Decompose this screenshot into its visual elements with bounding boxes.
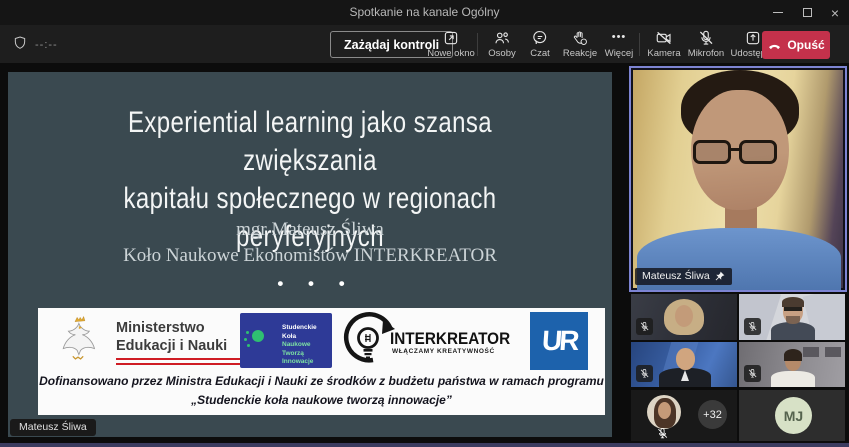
maximize-button[interactable] xyxy=(793,0,821,25)
logo-band: Ministerstwo Edukacji i Nauki Studenckie… xyxy=(38,308,605,415)
muted-badge xyxy=(636,365,653,382)
mic-off-icon xyxy=(639,368,650,379)
slide-dots-separator: • • • xyxy=(14,274,618,294)
more-ellipsis-icon: ••• xyxy=(612,29,627,47)
sknti-circle-icon xyxy=(252,330,264,342)
university-ur-logo: UR xyxy=(530,312,588,370)
portrait-glasses xyxy=(693,140,731,164)
microphone-button[interactable]: Mikrofon xyxy=(683,29,729,59)
participant-video-white-sweater[interactable] xyxy=(739,342,845,387)
ministry-logo-text: Ministerstwo Edukacji i Nauki xyxy=(116,319,227,355)
participant-video-blonde-woman[interactable] xyxy=(631,294,737,340)
participant-video-main[interactable]: Mateusz Śliwa xyxy=(629,66,847,292)
people-icon xyxy=(493,29,511,47)
minimize-button[interactable] xyxy=(764,0,792,25)
self-avatar-initials[interactable]: MJ xyxy=(775,397,812,434)
mic-off-icon xyxy=(656,427,669,440)
meeting-timer: --:-- xyxy=(35,39,58,51)
mic-off-icon xyxy=(747,368,758,379)
title-bar: Spotkanie na kanale Ogólny × xyxy=(0,0,849,25)
close-icon: × xyxy=(831,6,839,20)
sknti-logo: Studenckie Koła Naukowe Tworzą Innowacje xyxy=(240,313,332,368)
window-title: Spotkanie na kanale Ogólny xyxy=(0,5,849,19)
muted-badge xyxy=(744,365,761,382)
slide-organization: Koło Naukowe Ekonomistów INTERKREATOR xyxy=(8,245,612,267)
shared-screen-slide: Experiential learning jako szansa zwięks… xyxy=(8,72,612,437)
camera-off-icon xyxy=(655,29,673,47)
overflow-count-badge[interactable]: +32 xyxy=(698,400,727,429)
self-view-tile: MJ xyxy=(739,390,845,441)
chat-icon xyxy=(531,29,549,47)
security-shield-icon xyxy=(12,35,28,51)
reactions-button[interactable]: Reakcje xyxy=(558,29,602,59)
mic-off-icon xyxy=(747,321,758,332)
raised-hand-icon xyxy=(571,29,589,47)
sknti-logo-text: Studenckie Koła Naukowe Tworzą Innowacje xyxy=(282,324,332,367)
meeting-toolbar: --:-- Zażądaj kontroli Nowe okno Osoby C… xyxy=(0,25,849,63)
toolbar-divider xyxy=(477,33,478,56)
minimize-icon xyxy=(773,12,783,13)
ministry-red-line xyxy=(116,363,244,365)
teams-meeting-window: Spotkanie na kanale Ogólny × --:-- Zażąd… xyxy=(0,0,849,447)
pin-icon xyxy=(715,271,725,281)
new-window-button[interactable]: Nowe okno xyxy=(428,29,474,59)
interkreator-tagline: WŁĄCZAMY KREATYWNOŚĆ xyxy=(392,348,495,355)
muted-badge xyxy=(636,318,653,335)
polish-eagle-emblem xyxy=(52,313,104,365)
share-screen-icon xyxy=(744,29,762,47)
portrait-glasses xyxy=(739,140,777,164)
portrait-glasses-bridge xyxy=(731,148,741,151)
people-button[interactable]: Osoby xyxy=(482,29,522,59)
window-accent-border xyxy=(0,443,849,447)
overflow-participants-tile: +32 xyxy=(631,390,737,441)
new-window-icon xyxy=(442,29,460,47)
participant-video-bald-man-suit[interactable] xyxy=(631,342,737,387)
phone-hangup-icon xyxy=(767,38,782,53)
participant-video-man-glasses-beard[interactable] xyxy=(739,294,845,340)
chat-button[interactable]: Czat xyxy=(522,29,558,59)
video-name-tag: Mateusz Śliwa xyxy=(635,268,732,285)
mic-off-icon xyxy=(697,29,715,47)
more-button[interactable]: ••• Więcej xyxy=(600,29,638,59)
participant-avatar-photo[interactable] xyxy=(647,395,681,429)
muted-badge xyxy=(744,318,761,335)
presenter-name-tag: Mateusz Śliwa xyxy=(10,419,96,436)
maximize-icon xyxy=(803,8,812,17)
camera-button[interactable]: Kamera xyxy=(643,29,685,59)
ministry-red-line xyxy=(116,358,244,360)
close-button[interactable]: × xyxy=(821,0,849,25)
mic-off-icon xyxy=(639,321,650,332)
funding-text-line1: Dofinansowano przez Ministra Edukacji i … xyxy=(38,374,605,388)
toolbar-divider xyxy=(639,33,640,56)
funding-text-line2: „Studenckie koła naukowe tworzą innowacj… xyxy=(38,393,605,407)
interkreator-logo-text: INTERKREATOR xyxy=(390,329,510,349)
leave-button[interactable]: Opuść xyxy=(762,31,830,59)
slide-author: mgr Mateusz Śliwa xyxy=(8,219,612,241)
